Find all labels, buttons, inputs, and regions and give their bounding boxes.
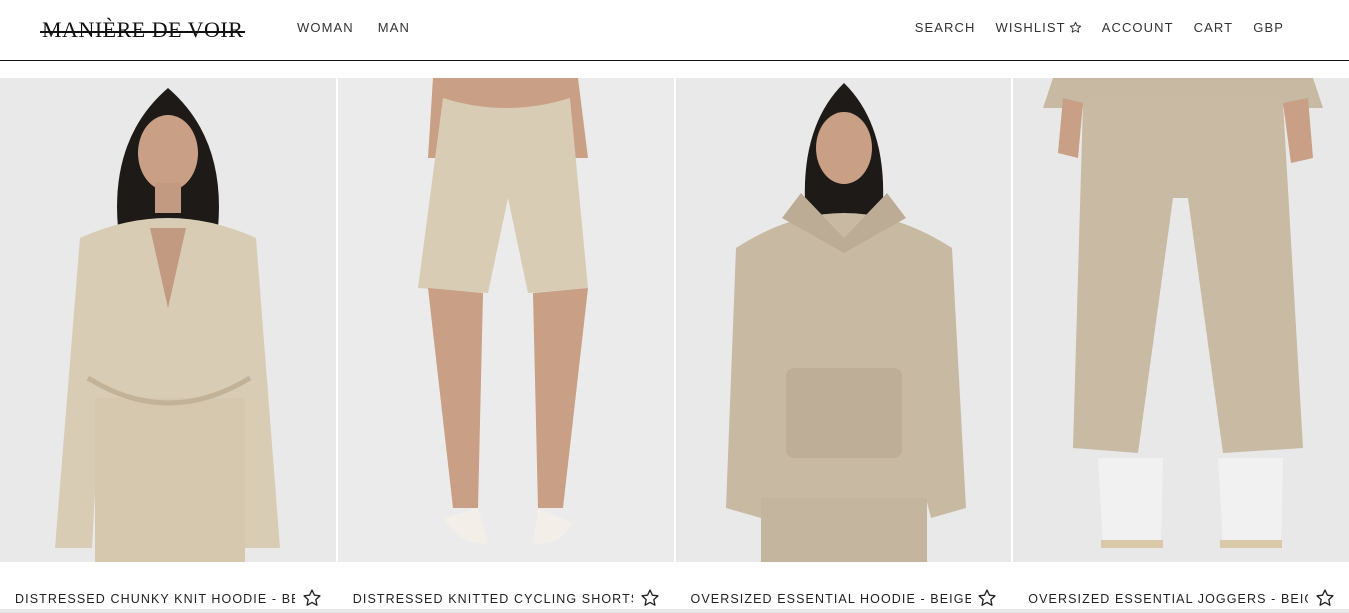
nav-wishlist[interactable]: WISHLIST [995,20,1081,35]
product-title[interactable]: OVERSIZED ESSENTIAL JOGGERS - BEIGE [1028,592,1308,606]
utility-nav: SEARCH WISHLIST ACCOUNT CART GBP [915,20,1284,35]
product-title[interactable]: DISTRESSED KNITTED CYCLING SHORTS - [353,592,633,606]
wishlist-star-icon[interactable] [640,588,660,608]
brand-logo-text: MANIÈRE DE VOIR [42,17,244,42]
wishlist-star-icon[interactable] [1315,588,1335,608]
site-header: MANIÈRE DE VOIR WOMAN MAN SEARCH WISHLIS… [0,0,1349,61]
product-image-2[interactable] [337,78,674,562]
star-icon [1069,21,1081,33]
nav-woman[interactable]: WOMAN [297,20,354,35]
product-title[interactable]: OVERSIZED ESSENTIAL HOODIE - BEIGE [691,592,971,606]
product-photo-knit-hoodie [0,78,336,562]
product-title[interactable]: DISTRESSED CHUNKY KNIT HOODIE - BEIGE [15,592,295,606]
product-photo-joggers [1013,78,1349,562]
brand-logo[interactable]: MANIÈRE DE VOIR [40,14,246,46]
logo-strikethrough [40,31,246,33]
nav-cart[interactable]: CART [1194,20,1234,35]
page-scroll-edge [0,609,1349,613]
nav-man[interactable]: MAN [378,20,410,35]
product-image-1[interactable] [0,78,336,562]
nav-search[interactable]: SEARCH [915,20,976,35]
primary-nav: WOMAN MAN [297,20,410,35]
product-image-4[interactable] [1013,78,1349,562]
nav-wishlist-label: WISHLIST [995,20,1066,35]
product-image-3[interactable] [675,78,1012,562]
wishlist-star-icon[interactable] [302,588,322,608]
product-photo-oversized-hoodie [675,78,1012,562]
nav-account[interactable]: ACCOUNT [1102,20,1174,35]
wishlist-star-icon[interactable] [977,588,997,608]
nav-currency[interactable]: GBP [1253,20,1284,35]
product-photo-cycling-shorts [337,78,674,562]
product-grid [0,78,1349,562]
